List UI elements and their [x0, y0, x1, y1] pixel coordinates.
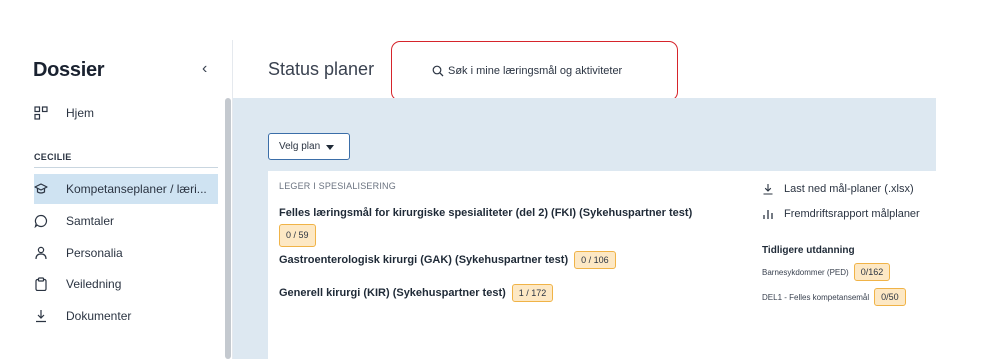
download-icon [763, 184, 773, 195]
bar-chart-icon [763, 210, 773, 219]
download-plans-link[interactable]: Last ned mål-planer (.xlsx) [762, 183, 914, 195]
progress-badge: 0 / 106 [574, 251, 616, 269]
graduation-cap-icon [34, 182, 48, 196]
sidebar-item-kompetanseplaner[interactable]: Kompetanseplaner / læri... [34, 174, 218, 204]
progress-badge: 0 / 59 [279, 224, 316, 247]
plan-name: Generell kirurgi (KIR) (Sykehuspartner t… [279, 287, 506, 299]
sidebar-item-label: Personalia [66, 246, 123, 260]
section-divider [34, 167, 218, 168]
sidebar-item-personalia[interactable]: Personalia [34, 238, 218, 268]
plan-name: Felles læringsmål for kirurgiske spesial… [279, 207, 693, 219]
download-plans-label: Last ned mål-planer (.xlsx) [784, 183, 914, 195]
previous-plan-item[interactable]: Barnesykdommer (PED) 0/162 [762, 263, 891, 281]
grid-icon [34, 106, 48, 120]
sidebar: Dossier ‹ Hjem CECILIE Kompetanseplaner … [0, 0, 232, 359]
download-icon [34, 309, 48, 323]
progress-report-link[interactable]: Fremdriftsrapport målplaner [762, 208, 920, 220]
caret-down-icon [326, 145, 335, 150]
sidebar-scrollbar[interactable] [225, 98, 231, 359]
plan-item[interactable]: Felles læringsmål for kirurgiske spesial… [279, 206, 729, 247]
sidebar-item-veiledning[interactable]: Veiledning [34, 269, 218, 299]
sidebar-item-label: Hjem [66, 106, 95, 120]
plan-item[interactable]: Generell kirurgi (KIR) (Sykehuspartner t… [279, 284, 554, 302]
plan-name: Gastroenterologisk kirurgi (GAK) (Sykehu… [279, 254, 569, 266]
search-input[interactable]: Søk i mine læringsmål og aktiviteter [391, 41, 678, 101]
previous-plan-name: Barnesykdommer (PED) [762, 267, 849, 277]
search-placeholder: Søk i mine læringsmål og aktiviteter [448, 65, 623, 77]
section-label-user: CECILIE [34, 152, 72, 162]
app-logo[interactable]: Dossier [33, 59, 105, 82]
progress-badge: 1 / 172 [511, 284, 554, 302]
previous-education-title: Tidligere utdanning [762, 245, 855, 256]
sidebar-item-label: Kompetanseplaner / læri... [66, 182, 207, 196]
sidebar-item-dokumenter[interactable]: Dokumenter [34, 301, 218, 331]
progress-badge: 0/50 [874, 288, 906, 306]
person-icon [34, 246, 48, 260]
previous-plan-item[interactable]: DEL1 - Felles kompetansemål 0/50 [762, 288, 906, 306]
sidebar-item-samtaler[interactable]: Samtaler [34, 206, 218, 236]
chat-bubble-icon [34, 214, 48, 228]
sidebar-item-label: Samtaler [66, 214, 115, 228]
previous-plan-name: DEL1 - Felles kompetansemål [762, 292, 870, 302]
plan-select-label: Velg plan [279, 141, 321, 152]
sidebar-item-label: Dokumenter [66, 309, 132, 323]
sidebar-item-hjem[interactable]: Hjem [34, 98, 218, 128]
plan-select-dropdown[interactable]: Velg plan [268, 133, 350, 160]
collapse-sidebar-chevron-icon[interactable]: ‹ [202, 60, 207, 78]
page-title: Status planer [268, 59, 375, 79]
search-icon [432, 65, 444, 77]
clipboard-icon [34, 277, 48, 291]
sidebar-item-label: Veiledning [66, 277, 122, 291]
progress-report-label: Fremdriftsrapport målplaner [784, 208, 920, 220]
progress-badge: 0/162 [853, 263, 891, 281]
plans-section-label: LEGER I SPESIALISERING [279, 181, 396, 191]
plan-item[interactable]: Gastroenterologisk kirurgi (GAK) (Sykehu… [279, 251, 616, 269]
